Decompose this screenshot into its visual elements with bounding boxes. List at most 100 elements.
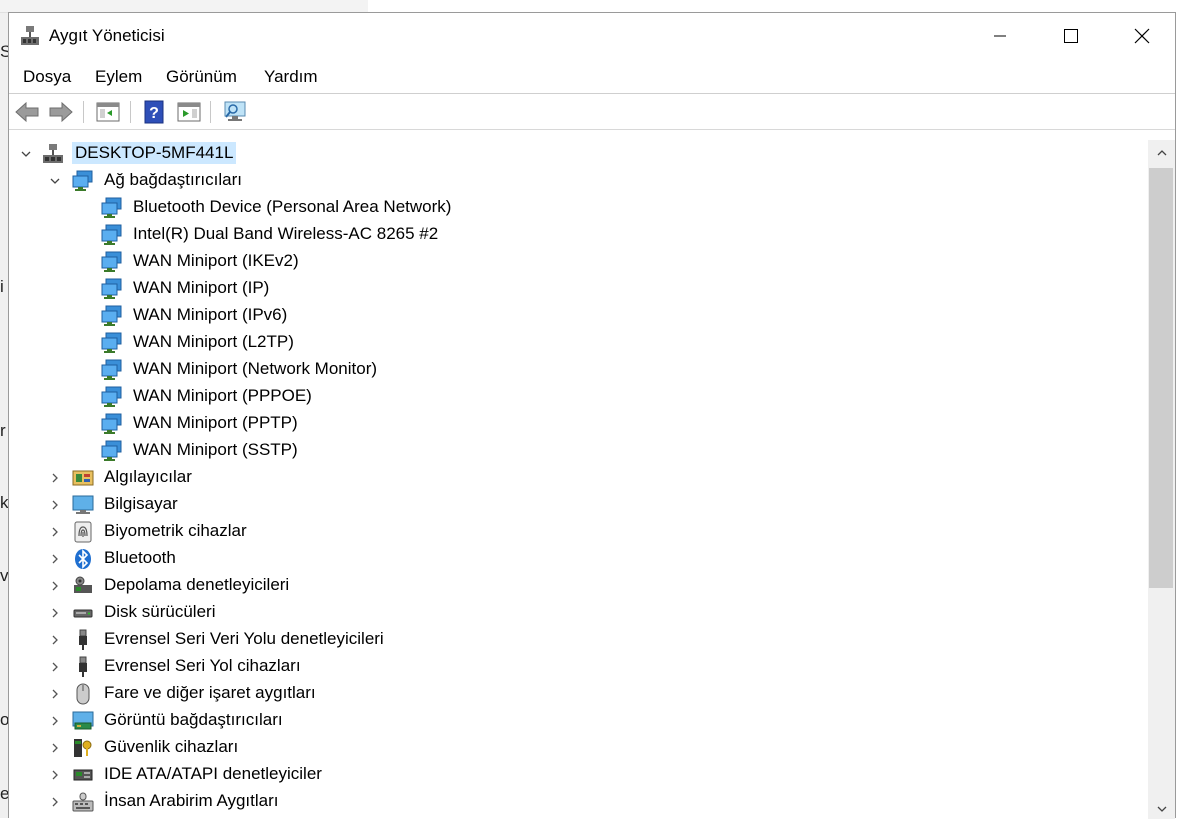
- tree-category[interactable]: Depolama denetleyicileri: [9, 572, 1145, 599]
- toolbar-separator: [130, 101, 131, 123]
- tree-category-label: Evrensel Seri Veri Yolu denetleyicileri: [104, 629, 384, 648]
- run-icon: [177, 102, 201, 122]
- device-tree[interactable]: DESKTOP-5MF441L Ağ bağdaştırıcıları Blue…: [9, 140, 1145, 819]
- chevron-down-icon[interactable]: [20, 147, 32, 159]
- tree-device-label: WAN Miniport (PPPOE): [133, 386, 312, 405]
- tree-device-item[interactable]: Bluetooth Device (Personal Area Network): [9, 194, 1145, 221]
- network-adapter-icon: [101, 278, 123, 300]
- tree-category-label: Disk sürücüleri: [104, 602, 216, 621]
- chevron-right-icon[interactable]: [49, 768, 61, 780]
- bluetooth-icon: [72, 548, 94, 570]
- tree-device-item[interactable]: WAN Miniport (PPPOE): [9, 383, 1145, 410]
- tree-category[interactable]: Evrensel Seri Veri Yolu denetleyicileri: [9, 626, 1145, 653]
- properties-icon: [96, 102, 120, 122]
- tree-device-item[interactable]: WAN Miniport (L2TP): [9, 329, 1145, 356]
- network-adapter-icon: [101, 386, 123, 408]
- tree-category[interactable]: IDE ATA/ATAPI denetleyiciler: [9, 761, 1145, 788]
- chevron-right-icon[interactable]: [49, 660, 61, 672]
- toolbar: ?: [9, 93, 1175, 130]
- monitor-search-icon: [224, 101, 246, 121]
- tree-device-label: WAN Miniport (L2TP): [133, 332, 294, 351]
- close-button[interactable]: [1107, 13, 1177, 59]
- chevron-right-icon[interactable]: [49, 714, 61, 726]
- hid-icon: [72, 791, 94, 813]
- network-adapter-icon: [101, 251, 123, 273]
- properties-button[interactable]: [95, 100, 121, 124]
- back-button[interactable]: [14, 100, 40, 124]
- network-adapter-icon: [101, 197, 123, 219]
- window-title: Aygıt Yöneticisi: [49, 26, 165, 45]
- tree-category[interactable]: Bluetooth: [9, 545, 1145, 572]
- menu-gorunum[interactable]: Görünüm: [164, 67, 239, 87]
- tree-device-label: WAN Miniport (PPTP): [133, 413, 298, 432]
- tree-category[interactable]: Algılayıcılar: [9, 464, 1145, 491]
- tree-device-item[interactable]: Intel(R) Dual Band Wireless-AC 8265 #2: [9, 221, 1145, 248]
- menu-dosya[interactable]: Dosya: [21, 67, 73, 87]
- device-manager-window: Aygıt Yöneticisi Dosya Eylem Görünüm Yar…: [8, 12, 1176, 819]
- minimize-icon: [994, 35, 1006, 37]
- chevron-right-icon[interactable]: [49, 552, 61, 564]
- tree-category-network[interactable]: Ağ bağdaştırıcıları: [9, 167, 1145, 194]
- chevron-right-icon[interactable]: [49, 741, 61, 753]
- menu-eylem[interactable]: Eylem: [93, 67, 144, 87]
- tree-category[interactable]: Bilgisayar: [9, 491, 1145, 518]
- tree-category[interactable]: Evrensel Seri Yol cihazları: [9, 653, 1145, 680]
- forward-button[interactable]: [48, 100, 74, 124]
- tree-device-label: WAN Miniport (IPv6): [133, 305, 288, 324]
- scrollbar-thumb[interactable]: [1149, 168, 1173, 588]
- tree-category-label: İnsan Arabirim Aygıtları: [104, 791, 279, 810]
- mouse-icon: [72, 683, 94, 705]
- toolbar-separator: [210, 101, 211, 123]
- chevron-right-icon[interactable]: [49, 498, 61, 510]
- chevron-right-icon[interactable]: [49, 525, 61, 537]
- tree-device-label: Intel(R) Dual Band Wireless-AC 8265 #2: [133, 224, 439, 243]
- tree-category[interactable]: Disk sürücüleri: [9, 599, 1145, 626]
- tree-category[interactable]: Görüntü bağdaştırıcıları: [9, 707, 1145, 734]
- tree-category-label: IDE ATA/ATAPI denetleyiciler: [104, 764, 322, 783]
- chevron-right-icon[interactable]: [49, 633, 61, 645]
- display-adapter-icon: [72, 710, 94, 732]
- tree-device-label: WAN Miniport (Network Monitor): [133, 359, 378, 378]
- help-button[interactable]: ?: [142, 100, 168, 124]
- close-icon: [1134, 28, 1150, 44]
- tree-category[interactable]: Fare ve diğer işaret aygıtları: [9, 680, 1145, 707]
- tree-device-item[interactable]: WAN Miniport (IKEv2): [9, 248, 1145, 275]
- scroll-up-button[interactable]: [1148, 140, 1175, 166]
- scan-hardware-button[interactable]: [222, 100, 248, 124]
- vertical-scrollbar[interactable]: [1148, 140, 1175, 819]
- tree-root-label: DESKTOP-5MF441L: [72, 142, 237, 164]
- menu-yardim[interactable]: Yardım: [262, 67, 320, 87]
- svg-text:?: ?: [149, 105, 159, 122]
- tree-category[interactable]: İnsan Arabirim Aygıtları: [9, 788, 1145, 815]
- tree-root[interactable]: DESKTOP-5MF441L: [9, 140, 1145, 167]
- storage-controller-icon: [72, 575, 94, 597]
- run-button[interactable]: [176, 100, 202, 124]
- chevron-right-icon[interactable]: [49, 795, 61, 807]
- tree-category-label: Bilgisayar: [104, 494, 178, 513]
- tree-category-label: Fare ve diğer işaret aygıtları: [104, 683, 316, 702]
- tree-category[interactable]: Güvenlik cihazları: [9, 734, 1145, 761]
- background-text: r: [0, 421, 6, 440]
- chevron-down-icon[interactable]: [49, 174, 61, 186]
- tree-category[interactable]: Biyometrik cihazlar: [9, 518, 1145, 545]
- chevron-right-icon[interactable]: [49, 687, 61, 699]
- tree-device-item[interactable]: WAN Miniport (IP): [9, 275, 1145, 302]
- usb-icon: [72, 656, 94, 678]
- tree-device-label: WAN Miniport (SSTP): [133, 440, 298, 459]
- tree-device-item[interactable]: WAN Miniport (PPTP): [9, 410, 1145, 437]
- tree-device-item[interactable]: WAN Miniport (Network Monitor): [9, 356, 1145, 383]
- tree-category-label: Ağ bağdaştırıcıları: [104, 170, 242, 189]
- network-adapter-icon: [72, 170, 94, 192]
- title-bar[interactable]: Aygıt Yöneticisi: [9, 13, 1175, 61]
- minimize-button[interactable]: [965, 13, 1035, 59]
- chevron-right-icon[interactable]: [49, 471, 61, 483]
- ide-controller-icon: [72, 764, 94, 786]
- chevron-right-icon[interactable]: [49, 579, 61, 591]
- maximize-button[interactable]: [1036, 13, 1106, 59]
- tree-category-label: Evrensel Seri Yol cihazları: [104, 656, 301, 675]
- tree-device-item[interactable]: WAN Miniport (SSTP): [9, 437, 1145, 464]
- security-device-icon: [72, 737, 94, 759]
- tree-device-item[interactable]: WAN Miniport (IPv6): [9, 302, 1145, 329]
- scroll-down-button[interactable]: [1148, 805, 1175, 819]
- chevron-right-icon[interactable]: [49, 606, 61, 618]
